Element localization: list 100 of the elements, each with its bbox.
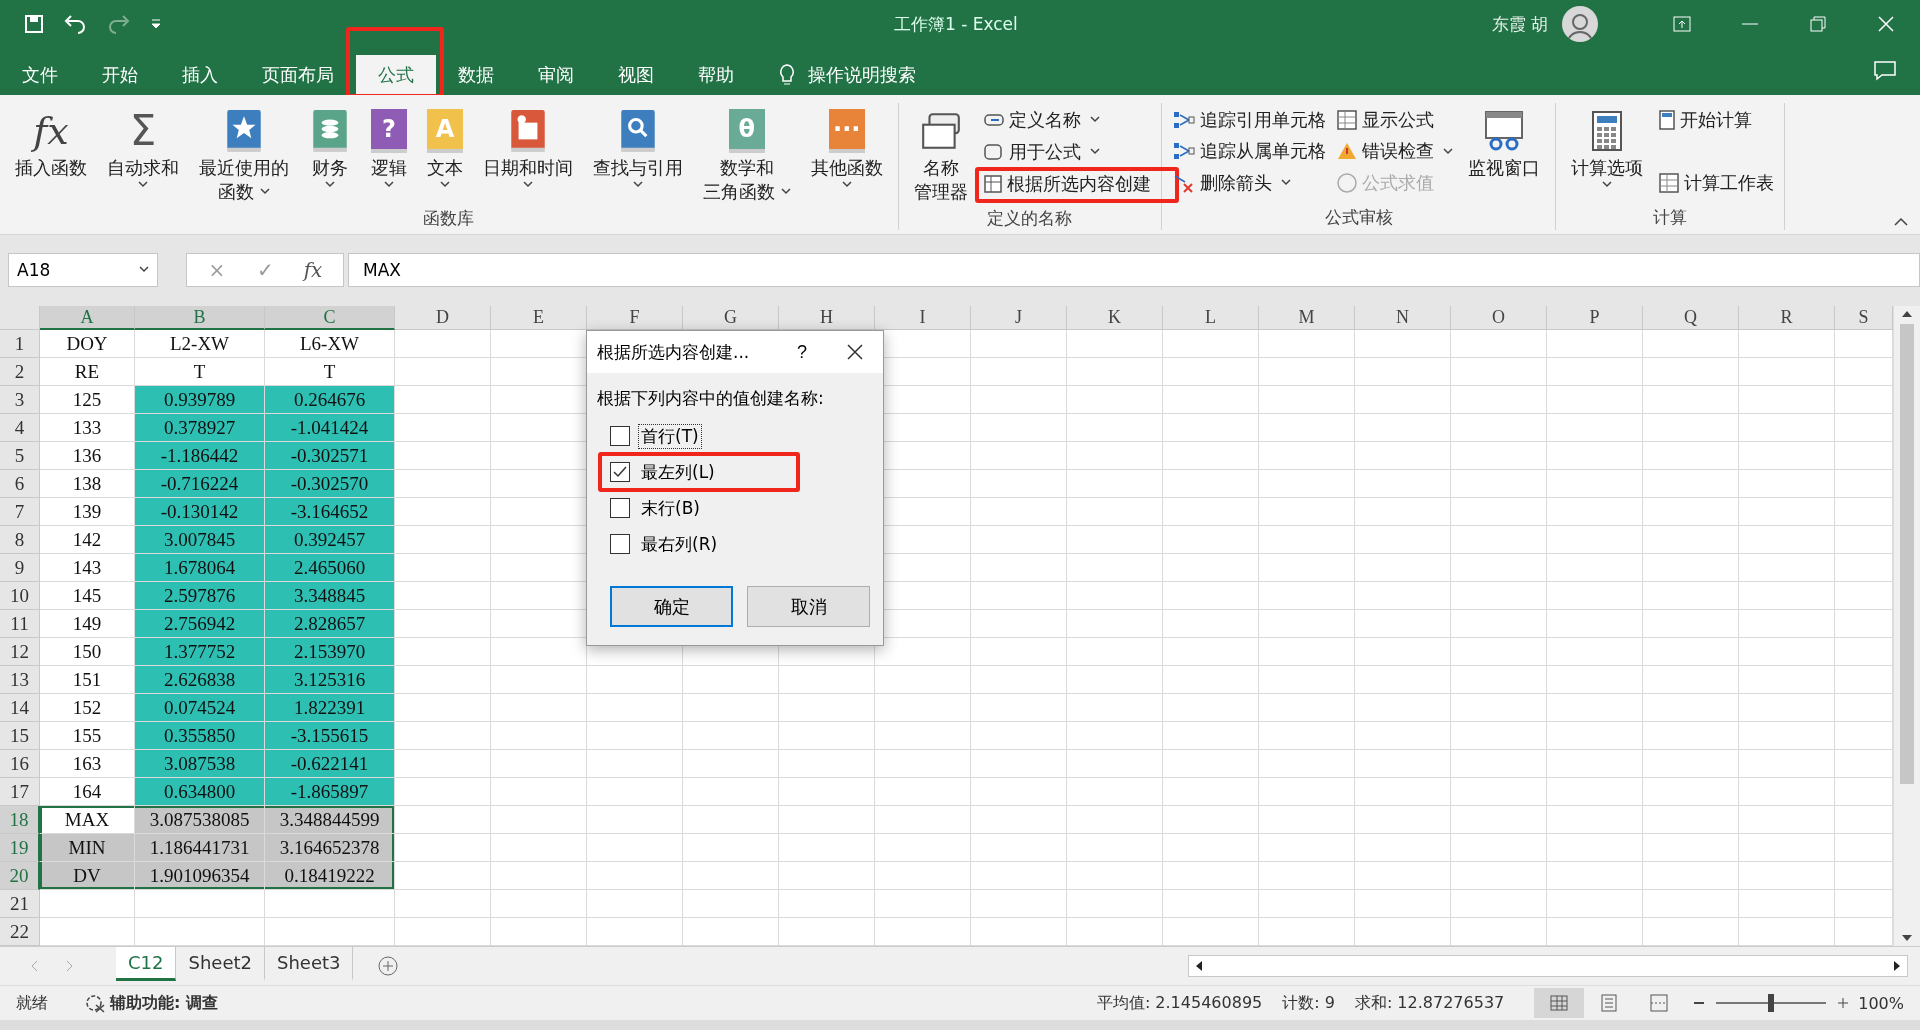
column-header[interactable]: Q bbox=[1643, 306, 1739, 331]
row-header[interactable]: 5 bbox=[0, 442, 40, 471]
sheet-tab[interactable]: Sheet2 bbox=[176, 947, 265, 982]
ribbon-button[interactable]: Σ 自动求和 bbox=[98, 102, 188, 207]
row-header[interactable]: 11 bbox=[0, 610, 40, 639]
checkbox-label[interactable]: 最右列(R) bbox=[638, 531, 721, 557]
ribbon-button[interactable]: 用于公式 bbox=[978, 136, 1105, 167]
column-header[interactable]: P bbox=[1547, 306, 1643, 331]
ribbon-tab[interactable]: 数据 bbox=[436, 54, 516, 95]
dialog-button[interactable]: 取消 bbox=[747, 586, 870, 628]
row-header[interactable]: 19 bbox=[0, 834, 40, 863]
table-cell: 152 bbox=[40, 694, 135, 723]
ribbon-button[interactable]: 定义名称 bbox=[978, 104, 1105, 135]
ribbon-tab[interactable]: 帮助 bbox=[676, 54, 756, 95]
ribbon-button[interactable]: 根据所选内容创建 bbox=[978, 168, 1155, 199]
accessibility-status[interactable]: 辅助功能: 调查 bbox=[110, 992, 218, 1014]
column-header[interactable]: C bbox=[265, 306, 395, 331]
ribbon-button[interactable]: 追踪从属单元格 bbox=[1167, 136, 1330, 167]
column-header[interactable]: H bbox=[779, 306, 875, 331]
ribbon-button[interactable]: 查找与引用 bbox=[584, 102, 692, 207]
row-header[interactable]: 20 bbox=[0, 862, 40, 891]
row-header[interactable]: 15 bbox=[0, 722, 40, 751]
table-cell: 142 bbox=[40, 526, 135, 555]
help-button[interactable]: ? bbox=[777, 340, 827, 364]
column-header[interactable]: J bbox=[971, 306, 1067, 331]
dialog-button[interactable]: 确定 bbox=[610, 586, 733, 628]
column-header[interactable]: G bbox=[683, 306, 779, 331]
column-header[interactable]: F bbox=[587, 306, 683, 331]
column-header[interactable]: M bbox=[1259, 306, 1355, 331]
ribbon-button[interactable]: 日期和时间 bbox=[474, 102, 582, 207]
tell-me-search[interactable]: 操作说明搜索 bbox=[772, 54, 922, 95]
sheet-tab[interactable]: C12 bbox=[116, 947, 177, 982]
row-header[interactable]: 2 bbox=[0, 358, 40, 387]
ribbon-tab[interactable]: 页面布局 bbox=[240, 54, 356, 95]
row-header[interactable]: 14 bbox=[0, 694, 40, 723]
column-header[interactable]: K bbox=[1067, 306, 1163, 331]
ribbon-button[interactable]: 最近使用的 函数 bbox=[190, 102, 298, 207]
column-header[interactable]: L bbox=[1163, 306, 1259, 331]
ribbon-button[interactable]: θ 数学和 三角函数 bbox=[694, 102, 800, 207]
ribbon-button[interactable]: 显示公式 bbox=[1331, 104, 1438, 135]
row-header[interactable]: 1 bbox=[0, 330, 40, 359]
ribbon-button[interactable]: 开始计算 bbox=[1654, 104, 1757, 135]
ribbon-button[interactable]: A 文本 bbox=[418, 102, 472, 207]
row-header[interactable]: 7 bbox=[0, 498, 40, 527]
ribbon-tab[interactable]: 视图 bbox=[596, 54, 676, 95]
table-cell: -0.302570 bbox=[265, 470, 395, 499]
name-box[interactable]: A18 bbox=[8, 252, 158, 287]
row-header[interactable]: 8 bbox=[0, 526, 40, 555]
table-cell: 2.828657 bbox=[265, 610, 395, 639]
checkbox-label[interactable]: 最左列(L) bbox=[638, 459, 718, 485]
ribbon-button[interactable]: 追踪引用单元格 bbox=[1167, 104, 1330, 135]
row-header[interactable]: 21 bbox=[0, 890, 40, 919]
ribbon-button[interactable]: 计算选项 bbox=[1562, 102, 1653, 206]
table-cell: 0.939789 bbox=[135, 386, 265, 415]
row-header[interactable]: 10 bbox=[0, 582, 40, 611]
ribbon-button[interactable]: 计算工作表 bbox=[1654, 167, 1779, 198]
row-header[interactable]: 22 bbox=[0, 918, 40, 947]
row-header[interactable]: 3 bbox=[0, 386, 40, 415]
column-header[interactable]: B bbox=[135, 306, 265, 331]
table-cell: -3.164652 bbox=[265, 498, 395, 527]
row-header[interactable]: 13 bbox=[0, 666, 40, 695]
row-header[interactable]: 18 bbox=[0, 806, 40, 835]
ribbon-button[interactable]: fx 插入函数 bbox=[6, 102, 96, 207]
ribbon-button[interactable]: 删除箭头 bbox=[1167, 167, 1296, 198]
ribbon-button[interactable]: 错误检查 bbox=[1331, 136, 1458, 167]
column-header[interactable]: R bbox=[1739, 306, 1835, 331]
column-header[interactable]: D bbox=[395, 306, 491, 331]
sheet-tab[interactable]: Sheet3 bbox=[265, 947, 354, 982]
ribbon-button[interactable]: ? 逻辑 bbox=[362, 102, 416, 207]
row-header[interactable]: 17 bbox=[0, 778, 40, 807]
table-cell: 3.348844599 bbox=[265, 806, 395, 835]
column-header[interactable]: N bbox=[1355, 306, 1451, 331]
column-header[interactable]: I bbox=[875, 306, 971, 331]
ribbon-tab[interactable]: 开始 bbox=[80, 54, 160, 95]
row-header[interactable]: 16 bbox=[0, 750, 40, 779]
ribbon-button[interactable]: ··· 其他函数 bbox=[801, 102, 892, 207]
checkbox-label[interactable]: 末行(B) bbox=[638, 495, 703, 521]
zoom-level[interactable]: 100% bbox=[1858, 993, 1904, 1013]
dialog-title: 根据所选内容创建... bbox=[597, 340, 750, 364]
column-header[interactable]: S bbox=[1835, 306, 1893, 331]
row-header[interactable]: 9 bbox=[0, 554, 40, 583]
column-header[interactable]: O bbox=[1451, 306, 1547, 331]
row-header[interactable]: 6 bbox=[0, 470, 40, 499]
table-cell: 0.634800 bbox=[135, 778, 265, 807]
table-cell: 0.18419222 bbox=[265, 862, 395, 891]
table-cell: 0.355850 bbox=[135, 722, 265, 751]
column-header[interactable]: E bbox=[491, 306, 587, 331]
table-cell: 0.392457 bbox=[265, 526, 395, 555]
ribbon-tab[interactable]: 文件 bbox=[0, 54, 80, 95]
column-header[interactable]: A bbox=[40, 306, 135, 331]
ribbon-button[interactable]: 名称 管理器 bbox=[904, 102, 977, 207]
ribbon-tab[interactable]: 审阅 bbox=[516, 54, 596, 95]
ribbon-tab[interactable]: 公式 bbox=[356, 54, 436, 95]
checkbox-label[interactable]: 首行(T) bbox=[638, 423, 702, 449]
row-header[interactable]: 4 bbox=[0, 414, 40, 443]
ribbon-button[interactable]: 监视窗口 bbox=[1459, 102, 1550, 206]
ribbon-button[interactable]: 财务 bbox=[300, 102, 360, 207]
formula-field[interactable]: MAX bbox=[348, 252, 1920, 287]
row-header[interactable]: 12 bbox=[0, 638, 40, 667]
ribbon-tab[interactable]: 插入 bbox=[160, 54, 240, 95]
